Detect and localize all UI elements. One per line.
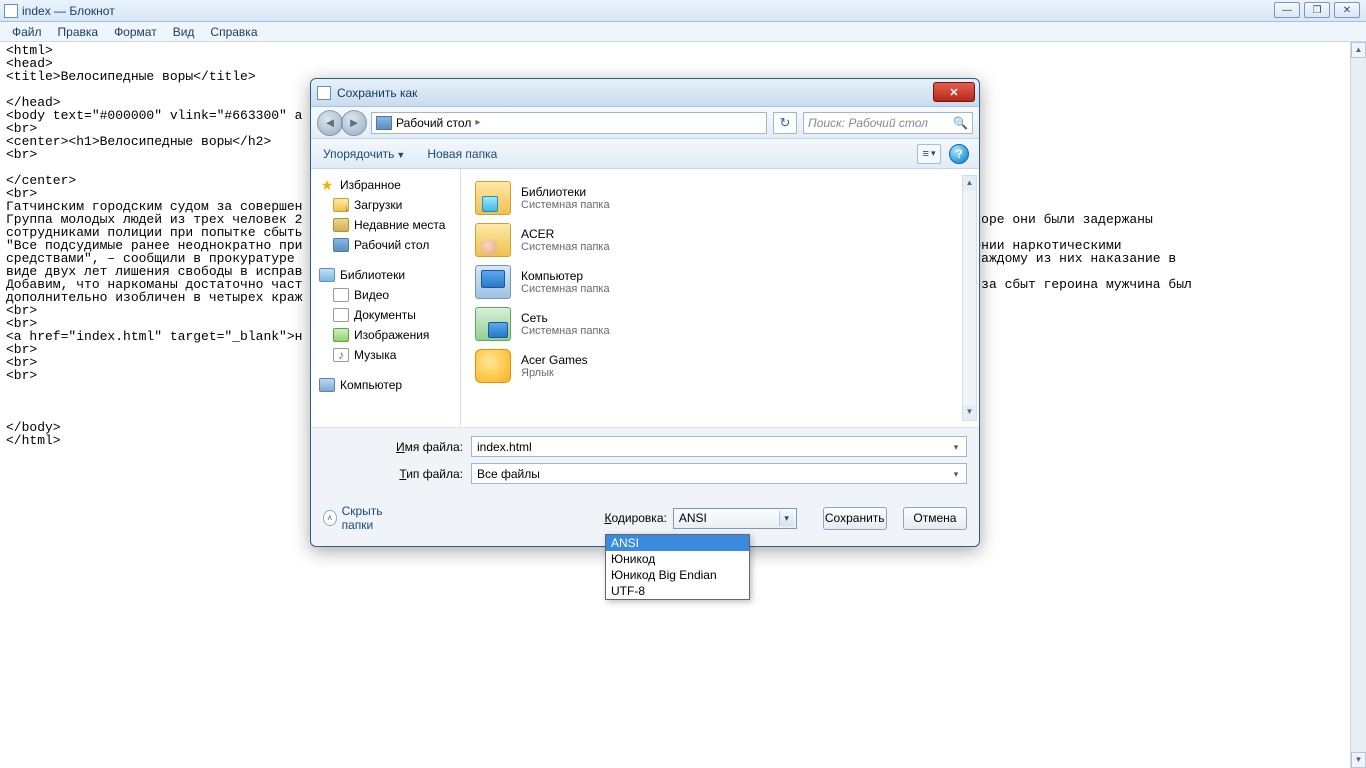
- list-item[interactable]: ACERСистемная папка: [471, 219, 969, 261]
- filetype-select[interactable]: Все файлы▾: [471, 463, 967, 484]
- downloads-icon: [333, 198, 349, 212]
- sidebar-video[interactable]: Видео: [311, 285, 460, 305]
- scroll-down-icon[interactable]: ▼: [963, 405, 976, 420]
- file-list: БиблиотекиСистемная папка ACERСистемная …: [461, 169, 979, 427]
- chevron-down-icon[interactable]: ▾: [779, 511, 794, 526]
- cancel-button[interactable]: Отмена: [903, 507, 967, 530]
- new-folder-button[interactable]: Новая папка: [427, 147, 497, 161]
- computer-folder-icon: [475, 265, 511, 299]
- nav-forward-button[interactable]: ►: [341, 110, 367, 136]
- filename-label: Имя файла:: [323, 440, 471, 454]
- encoding-select[interactable]: ANSI ▾: [673, 508, 797, 529]
- list-item[interactable]: Acer GamesЯрлык: [471, 345, 969, 387]
- sidebar-recent[interactable]: Недавние места: [311, 215, 460, 235]
- window-titlebar: index — Блокнот — ❐ ✕: [0, 0, 1366, 22]
- chevron-down-icon[interactable]: ▾: [949, 440, 963, 454]
- view-options-button[interactable]: ≡▾: [917, 144, 941, 164]
- sidebar-documents[interactable]: Документы: [311, 305, 460, 325]
- save-as-dialog: Сохранить как ✕ ◄ ► Рабочий стол ▸ ↻ Пои…: [310, 78, 980, 547]
- desktop-icon: [333, 238, 349, 252]
- menu-format[interactable]: Формат: [106, 23, 165, 41]
- encoding-dropdown: ANSI Юникод Юникод Big Endian UTF-8: [605, 534, 750, 600]
- chevron-right-icon[interactable]: ▸: [475, 117, 480, 128]
- sidebar-favorites[interactable]: ★Избранное: [311, 175, 460, 195]
- close-button[interactable]: ✕: [1334, 2, 1360, 18]
- help-icon[interactable]: ?: [949, 144, 969, 164]
- minimize-button[interactable]: —: [1274, 2, 1300, 18]
- dialog-sidebar: ★Избранное Загрузки Недавние места Рабоч…: [311, 169, 461, 427]
- filetype-label: Тип файла:: [323, 467, 471, 481]
- network-folder-icon: [475, 307, 511, 341]
- organize-menu[interactable]: Упорядочить▼: [323, 147, 405, 161]
- sidebar-images[interactable]: Изображения: [311, 325, 460, 345]
- encoding-option[interactable]: ANSI: [606, 535, 749, 551]
- list-item[interactable]: СетьСистемная папка: [471, 303, 969, 345]
- game-shortcut-icon: [475, 349, 511, 383]
- encoding-label: Кодировка:: [604, 511, 672, 525]
- dialog-icon: [317, 86, 331, 100]
- menu-help[interactable]: Справка: [202, 23, 265, 41]
- computer-icon: [319, 378, 335, 392]
- breadcrumb-text: Рабочий стол: [396, 116, 471, 130]
- encoding-option[interactable]: Юникод Big Endian: [606, 567, 749, 583]
- menu-bar: Файл Правка Формат Вид Справка: [0, 22, 1366, 42]
- desktop-icon: [376, 116, 392, 130]
- vertical-scrollbar[interactable]: ▲ ▼: [1350, 42, 1366, 768]
- menu-view[interactable]: Вид: [165, 23, 203, 41]
- music-icon: ♪: [333, 348, 349, 362]
- list-item[interactable]: КомпьютерСистемная папка: [471, 261, 969, 303]
- dialog-titlebar: Сохранить как ✕: [311, 79, 979, 107]
- window-title: index — Блокнот: [22, 4, 115, 18]
- user-folder-icon: [475, 223, 511, 257]
- nav-row: ◄ ► Рабочий стол ▸ ↻ Поиск: Рабочий стол…: [311, 107, 979, 139]
- refresh-button[interactable]: ↻: [773, 112, 797, 134]
- list-item[interactable]: БиблиотекиСистемная папка: [471, 177, 969, 219]
- list-scrollbar[interactable]: ▲ ▼: [962, 175, 977, 421]
- hide-folders-toggle[interactable]: ˄ Скрыть папки: [323, 504, 404, 532]
- notepad-icon: [4, 4, 18, 18]
- recent-icon: [333, 218, 349, 232]
- dialog-close-button[interactable]: ✕: [933, 82, 975, 102]
- search-placeholder: Поиск: Рабочий стол: [808, 116, 928, 130]
- dialog-toolbar: Упорядочить▼ Новая папка ≡▾ ?: [311, 139, 979, 169]
- scroll-up-icon[interactable]: ▲: [963, 176, 976, 191]
- nav-back-button[interactable]: ◄: [317, 110, 343, 136]
- sidebar-music[interactable]: ♪Музыка: [311, 345, 460, 365]
- scroll-down-icon[interactable]: ▼: [1351, 752, 1366, 768]
- libraries-folder-icon: [475, 181, 511, 215]
- sidebar-computer[interactable]: Компьютер: [311, 375, 460, 395]
- save-button[interactable]: Сохранить: [823, 507, 887, 530]
- video-icon: [333, 288, 349, 302]
- libraries-icon: [319, 268, 335, 282]
- dialog-title: Сохранить как: [337, 86, 417, 100]
- images-icon: [333, 328, 349, 342]
- scroll-up-icon[interactable]: ▲: [1351, 42, 1366, 58]
- search-input[interactable]: Поиск: Рабочий стол 🔍: [803, 112, 973, 134]
- menu-file[interactable]: Файл: [4, 23, 50, 41]
- search-icon: 🔍: [953, 116, 968, 130]
- maximize-button[interactable]: ❐: [1304, 2, 1330, 18]
- chevron-down-icon[interactable]: ▾: [949, 467, 963, 481]
- sidebar-desktop[interactable]: Рабочий стол: [311, 235, 460, 255]
- menu-edit[interactable]: Правка: [50, 23, 107, 41]
- documents-icon: [333, 308, 349, 322]
- filename-input[interactable]: index.html▾: [471, 436, 967, 457]
- encoding-option[interactable]: UTF-8: [606, 583, 749, 599]
- breadcrumb-bar[interactable]: Рабочий стол ▸: [371, 112, 767, 134]
- encoding-option[interactable]: Юникод: [606, 551, 749, 567]
- chevron-down-icon: ▼: [396, 150, 405, 160]
- sidebar-splitter[interactable]: [456, 169, 460, 427]
- sidebar-downloads[interactable]: Загрузки: [311, 195, 460, 215]
- chevron-up-icon: ˄: [323, 510, 337, 526]
- star-icon: ★: [319, 178, 335, 192]
- sidebar-libraries[interactable]: Библиотеки: [311, 265, 460, 285]
